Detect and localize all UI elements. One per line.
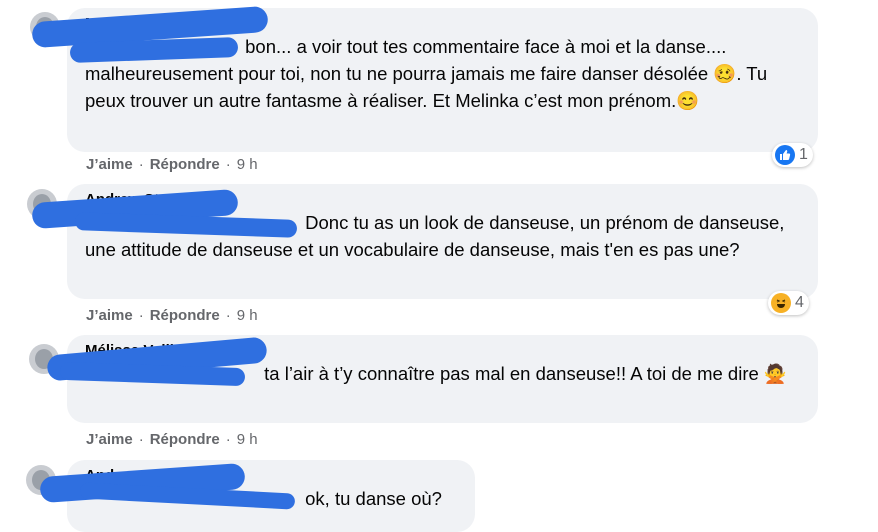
reaction-count-label: 4 [795,294,804,311]
comment-actions: J’aime · Répondre · 9 h [86,307,258,324]
comment-body: ok, tu danse où? [300,488,442,509]
reaction-count-label: 1 [799,146,808,163]
like-link[interactable]: J’aime [86,431,133,448]
reply-link[interactable]: Répondre [150,307,220,324]
like-link[interactable]: J’aime [86,156,133,173]
haha-icon [771,293,791,313]
reaction-count[interactable]: 1 [772,143,813,167]
timestamp[interactable]: 9 h [237,307,258,324]
timestamp[interactable]: 9 h [237,431,258,448]
comment-actions: J’aime · Répondre · 9 h [86,431,258,448]
timestamp[interactable]: 9 h [237,156,258,173]
reaction-count[interactable]: 4 [768,291,809,315]
like-icon [775,145,795,165]
comment-actions: J’aime · Répondre · 9 h [86,156,258,173]
reply-link[interactable]: Répondre [150,431,220,448]
like-link[interactable]: J’aime [86,307,133,324]
reply-link[interactable]: Répondre [150,156,220,173]
comment-body: ta l’air à t’y connaître pas mal en dans… [259,363,787,384]
